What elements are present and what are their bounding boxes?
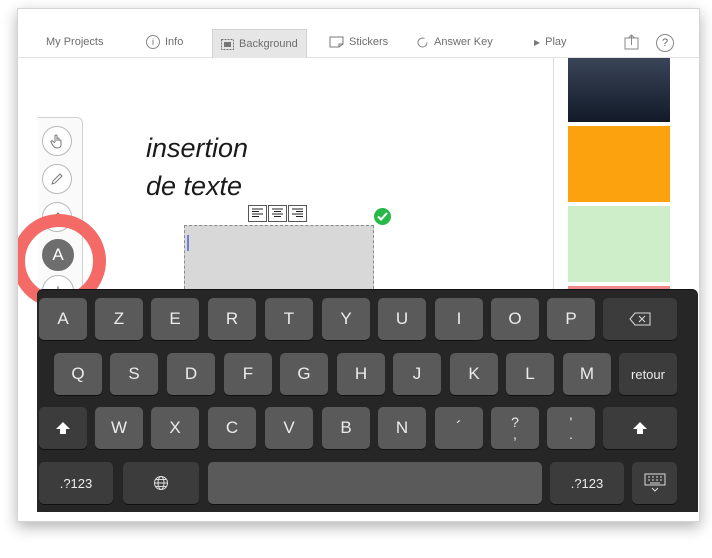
keyboard-hide-icon[interactable] (632, 462, 677, 504)
hand-icon[interactable] (42, 126, 72, 156)
numbers-key-left[interactable]: .?123 (39, 462, 113, 504)
help-icon[interactable]: ? (656, 34, 674, 52)
tab-label: Play (545, 36, 567, 48)
key-t[interactable]: T (265, 298, 313, 340)
key-k[interactable]: K (450, 353, 498, 395)
key-w[interactable]: W (95, 407, 143, 449)
key-v[interactable]: V (265, 407, 313, 449)
canvas-text-line-2: de texte (146, 171, 243, 201)
tab-my-projects[interactable]: My Projects (46, 27, 103, 57)
answer-key-icon (416, 36, 429, 49)
tab-play[interactable]: ▶ Play (534, 27, 567, 57)
tab-label: Info (165, 36, 184, 48)
background-thumb-orange[interactable] (568, 126, 670, 202)
key-z[interactable]: Z (95, 298, 143, 340)
key-j[interactable]: J (393, 353, 441, 395)
checkmark-icon[interactable] (374, 208, 391, 225)
key-r[interactable]: R (208, 298, 256, 340)
delete-key-icon[interactable] (603, 298, 677, 340)
background-thumb-green[interactable] (568, 206, 670, 282)
tab-label: My Projects (46, 36, 104, 48)
tab-stickers[interactable]: Stickers (329, 27, 388, 57)
text-tool-icon[interactable]: A (42, 239, 74, 271)
globe-icon[interactable] (123, 462, 199, 504)
key-a[interactable]: A (39, 298, 87, 340)
align-center-icon[interactable] (268, 205, 287, 222)
pencil-icon[interactable] (42, 164, 72, 194)
key-n[interactable]: N (378, 407, 426, 449)
share-icon[interactable] (624, 34, 639, 55)
canvas-text-line-1: insertion (146, 133, 249, 163)
app-window: My Projects i Info Background Stickers A… (17, 8, 700, 522)
background-icon (221, 38, 234, 50)
key-accent[interactable]: ´ (435, 407, 483, 449)
key-h[interactable]: H (337, 353, 385, 395)
key-s[interactable]: S (110, 353, 158, 395)
key-glyph-bottom: . (569, 426, 573, 442)
key-u[interactable]: U (378, 298, 426, 340)
tab-answer-key[interactable]: Answer Key (416, 27, 493, 57)
align-left-icon[interactable] (248, 205, 267, 222)
key-o[interactable]: O (491, 298, 539, 340)
stickers-icon (329, 36, 344, 48)
key-question-comma[interactable]: ?, (491, 407, 539, 449)
onscreen-keyboard: A Z E R T Y U I O P Q S D F G H J K L M … (37, 290, 698, 512)
tab-label: Stickers (349, 36, 389, 48)
tab-background[interactable]: Background (212, 29, 307, 58)
canvas-text[interactable]: insertion de texte (146, 129, 248, 205)
key-l[interactable]: L (506, 353, 554, 395)
key-apostrophe-period[interactable]: '. (547, 407, 595, 449)
info-icon: i (146, 35, 160, 49)
top-toolbar: My Projects i Info Background Stickers A… (18, 9, 699, 58)
key-f[interactable]: F (224, 353, 272, 395)
key-glyph-bottom: , (513, 426, 517, 442)
tab-label: Background (239, 38, 298, 50)
key-b[interactable]: B (322, 407, 370, 449)
key-x[interactable]: X (151, 407, 199, 449)
play-icon: ▶ (534, 37, 541, 47)
key-c[interactable]: C (208, 407, 256, 449)
tab-info[interactable]: i Info (146, 27, 183, 57)
key-d[interactable]: D (167, 353, 215, 395)
key-p[interactable]: P (547, 298, 595, 340)
text-input-box[interactable] (184, 225, 374, 299)
key-i[interactable]: I (435, 298, 483, 340)
space-key[interactable] (208, 462, 542, 504)
background-thumb-dark[interactable] (568, 58, 670, 122)
background-panel (553, 58, 699, 298)
key-m[interactable]: M (563, 353, 611, 395)
text-align-group (248, 205, 307, 222)
shift-right-icon[interactable] (603, 407, 677, 449)
shift-icon[interactable] (39, 407, 87, 449)
align-right-icon[interactable] (288, 205, 307, 222)
return-key[interactable]: retour (619, 353, 677, 395)
tab-label: Answer Key (434, 36, 493, 48)
text-caret (187, 235, 189, 251)
key-q[interactable]: Q (54, 353, 102, 395)
key-g[interactable]: G (280, 353, 328, 395)
key-e[interactable]: E (151, 298, 199, 340)
key-y[interactable]: Y (322, 298, 370, 340)
numbers-key-right[interactable]: .?123 (550, 462, 624, 504)
